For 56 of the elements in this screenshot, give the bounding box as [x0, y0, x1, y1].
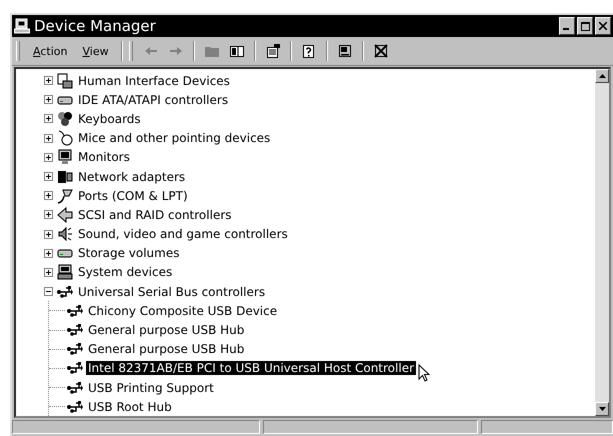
mouse-icon — [57, 130, 73, 146]
tree-item[interactable]: IDE ATA/ATAPI controllers — [76, 92, 230, 107]
plus-icon — [44, 210, 53, 220]
tree-item[interactable]: Chicony Composite USB Device — [86, 304, 280, 318]
close-button[interactable] — [595, 17, 611, 35]
usb-icon — [67, 380, 83, 396]
plus-icon — [44, 95, 53, 104]
tree-item[interactable]: Storage volumes — [76, 246, 182, 260]
plus-icon — [44, 134, 53, 143]
usb-icon — [67, 360, 83, 376]
plus-icon — [44, 230, 53, 239]
plus-icon — [44, 248, 53, 258]
tree-item[interactable]: USB Printing Support — [86, 380, 216, 395]
usb-icon — [67, 302, 83, 319]
usb-icon — [67, 341, 83, 358]
tree-item[interactable]: Ports (COM & LPT) — [76, 188, 190, 203]
tree-item[interactable]: General purpose USB Hub — [86, 323, 246, 338]
computer-icon — [57, 264, 73, 280]
plus-icon — [44, 76, 53, 86]
vertical-scrollbar[interactable] — [595, 69, 609, 416]
pane-icon — [228, 43, 245, 59]
tree-item[interactable]: Universal Serial Bus controllers — [76, 284, 268, 299]
menu-item[interactable]: View — [76, 42, 115, 60]
tree-item[interactable]: General purpose USB Hub — [86, 342, 246, 356]
sound-icon — [57, 226, 73, 242]
close-icon — [599, 22, 607, 30]
menu-item[interactable]: Action — [27, 42, 74, 60]
tree-item[interactable]: Mice and other pointing devices — [76, 131, 272, 146]
usb-icon — [57, 284, 73, 300]
help-icon — [300, 43, 317, 59]
usb-icon — [67, 398, 83, 415]
maximize-icon — [580, 22, 590, 30]
plus-icon — [44, 152, 53, 162]
maximize-button[interactable] — [577, 17, 593, 35]
plus-icon — [44, 114, 53, 124]
properties-icon — [264, 43, 281, 59]
minus-icon — [44, 287, 53, 296]
window-title: Device Manager — [34, 17, 157, 35]
plus-icon — [44, 191, 53, 200]
usb-icon — [67, 322, 83, 338]
tree-item[interactable]: USB Root Hub — [86, 400, 174, 414]
tree-item[interactable]: SCSI and RAID controllers — [76, 208, 234, 222]
tree-item[interactable]: Sound, video and game controllers — [76, 227, 290, 242]
plus-icon — [44, 268, 53, 277]
up-arrow-icon — [598, 74, 606, 78]
tree-item[interactable]: Human Interface Devices — [76, 74, 232, 88]
tree-item[interactable]: Monitors — [76, 150, 132, 164]
minimize-button[interactable] — [559, 17, 575, 35]
tree-item[interactable]: Network adapters — [76, 170, 188, 184]
tree-item[interactable]: Intel 82371AB/EB PCI to USB Universal Host Controller — [86, 361, 416, 376]
down-arrow-icon — [598, 407, 606, 411]
plus-icon — [44, 172, 53, 182]
monitor-icon — [57, 149, 73, 166]
tree-item[interactable]: Keyboards — [76, 112, 143, 126]
mouse-pointer-icon — [418, 364, 430, 382]
tree-item[interactable]: System devices — [76, 265, 174, 280]
